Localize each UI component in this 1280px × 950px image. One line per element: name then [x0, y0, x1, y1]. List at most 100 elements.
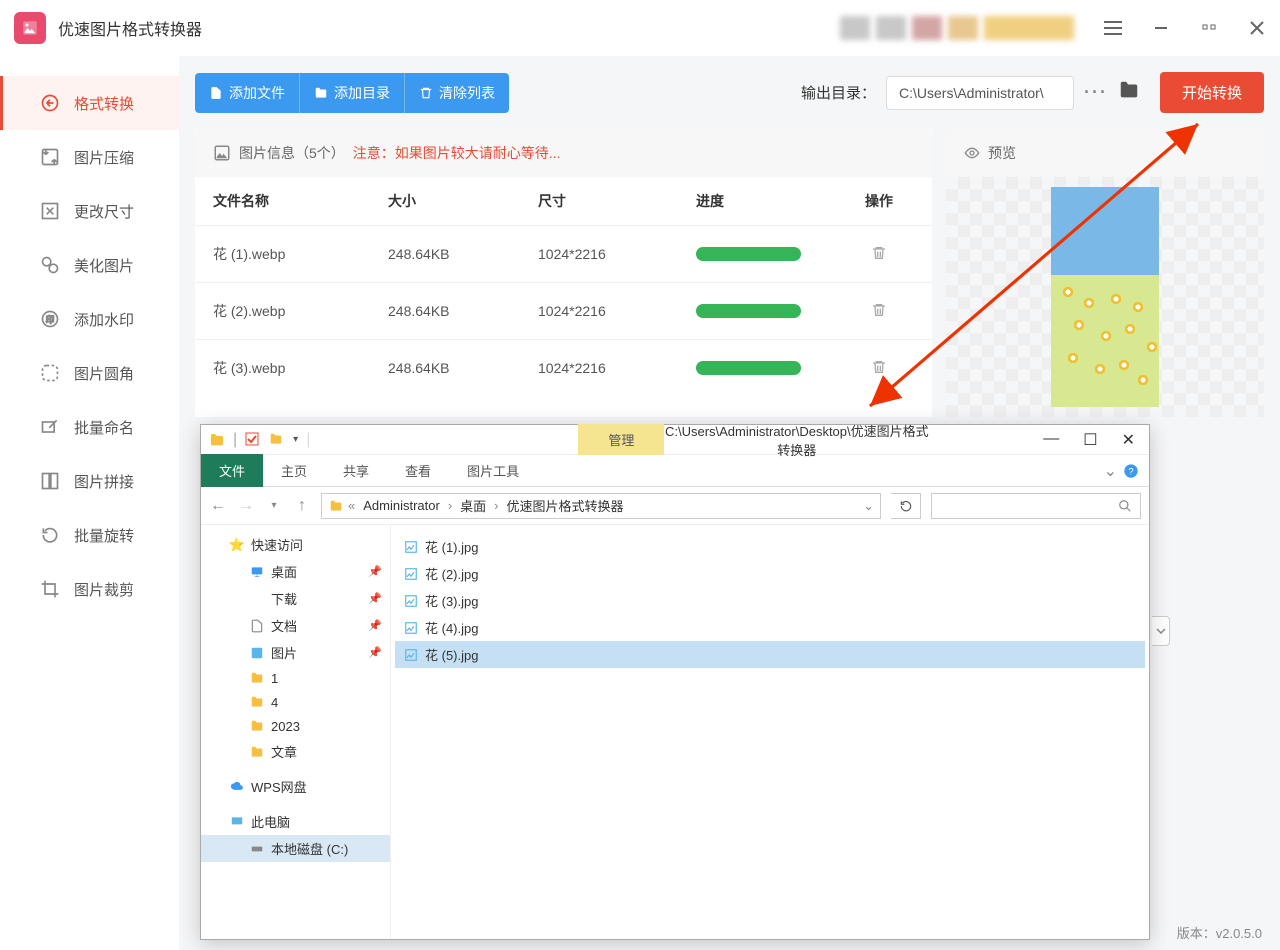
pin-icon: 📌 [368, 646, 382, 659]
tree-this-pc[interactable]: 此电脑 [201, 808, 390, 835]
sidebar-item-rounded[interactable]: 图片圆角 [0, 346, 179, 400]
output-path-field[interactable]: C:\Users\Administrator\ [886, 76, 1074, 110]
explorer-search[interactable] [931, 493, 1141, 519]
start-convert-button[interactable]: 开始转换 [1160, 72, 1264, 113]
image-file-icon [403, 539, 419, 555]
tree-folder-article[interactable]: 文章 [201, 738, 390, 765]
svg-text:印: 印 [46, 314, 54, 324]
sidebar-item-watermark[interactable]: 印 添加水印 [0, 292, 179, 346]
breadcrumb[interactable]: « Administrator› 桌面› 优速图片格式转换器 ⌄ [321, 493, 881, 519]
sidebar-item-stitch[interactable]: 图片拼接 [0, 454, 179, 508]
refresh-button[interactable] [891, 493, 921, 519]
app-icon [14, 12, 46, 44]
sidebar-item-rotate[interactable]: 批量旋转 [0, 508, 179, 562]
folder-icon [314, 86, 328, 100]
trash-icon [871, 245, 887, 261]
explorer-maximize[interactable]: ☐ [1083, 430, 1097, 450]
tree-folder-1[interactable]: 1 [201, 666, 390, 690]
tree-wps[interactable]: WPS网盘 [201, 773, 390, 800]
close-icon[interactable] [1248, 19, 1266, 37]
folder-icon [209, 432, 225, 448]
delete-row-button[interactable] [844, 359, 914, 378]
maximize-icon[interactable] [1200, 19, 1218, 37]
chevron-down-icon [1156, 626, 1166, 636]
nav-history-dropdown[interactable]: ▾ [265, 500, 283, 511]
col-size: 大小 [388, 191, 538, 211]
open-folder-button[interactable] [1118, 79, 1140, 106]
image-icon [213, 144, 231, 162]
picture-icon [249, 645, 265, 661]
nav-back[interactable]: ← [209, 497, 227, 515]
sidebar-label: 图片圆角 [74, 363, 134, 384]
sidebar-item-compress[interactable]: 图片压缩 [0, 130, 179, 184]
help-icon[interactable]: ? [1123, 463, 1139, 479]
col-prog: 进度 [696, 191, 844, 211]
tree-pictures[interactable]: 图片📌 [201, 639, 390, 666]
add-file-button[interactable]: 添加文件 [195, 73, 300, 113]
preview-image-area [946, 177, 1264, 417]
ribbon-collapse[interactable]: ⌄ [1104, 461, 1117, 481]
delete-row-button[interactable] [844, 302, 914, 321]
rename-icon [40, 417, 60, 437]
nav-forward[interactable]: → [237, 497, 255, 515]
refresh-icon [899, 499, 913, 513]
rotate-icon [40, 525, 60, 545]
sidebar-item-crop[interactable]: 图片裁剪 [0, 562, 179, 616]
tree-desktop[interactable]: 桌面📌 [201, 558, 390, 585]
col-op: 操作 [844, 191, 914, 211]
file-item[interactable]: 花 (4).jpg [395, 614, 1145, 641]
sidebar-item-beautify[interactable]: 美化图片 [0, 238, 179, 292]
file-item[interactable]: 花 (5).jpg [395, 641, 1145, 668]
sidebar-item-rename[interactable]: 批量命名 [0, 400, 179, 454]
checkbox-icon[interactable] [245, 432, 261, 448]
clear-button[interactable]: 清除列表 [405, 73, 509, 113]
file-item[interactable]: 花 (2).jpg [395, 560, 1145, 587]
preview-label: 预览 [988, 143, 1016, 163]
qat-dropdown[interactable]: ▾ [293, 434, 298, 445]
sidebar-item-resize[interactable]: 更改尺寸 [0, 184, 179, 238]
ribbon-tab-view[interactable]: 查看 [387, 454, 449, 487]
tree-folder-4[interactable]: 4 [201, 690, 390, 714]
delete-row-button[interactable] [844, 245, 914, 264]
convert-icon [40, 93, 60, 113]
explorer-close[interactable]: ✕ [1122, 430, 1135, 450]
minimize-icon[interactable] [1152, 19, 1170, 37]
ribbon-tab-home[interactable]: 主页 [263, 454, 325, 487]
table-header: 文件名称 大小 尺寸 进度 操作 [195, 177, 932, 225]
info-bar: 图片信息（5个） 注意：如果图片较大请耐心等待... [195, 129, 932, 177]
folder-small-icon[interactable] [269, 432, 285, 448]
file-item[interactable]: 花 (1).jpg [395, 533, 1145, 560]
tree-quick-access[interactable]: ⭐快速访问 [201, 531, 390, 558]
sidebar: 格式转换 图片压缩 更改尺寸 美化图片 印 添加水印 图片圆角 批量命名 图片拼 [0, 56, 179, 950]
file-item[interactable]: 花 (3).jpg [395, 587, 1145, 614]
info-warning: 注意：如果图片较大请耐心等待... [353, 143, 561, 163]
breadcrumb-dropdown[interactable]: ⌄ [863, 498, 874, 514]
trash-icon [871, 359, 887, 375]
browse-button[interactable]: ··· [1084, 82, 1108, 103]
sidebar-item-format-convert[interactable]: 格式转换 [0, 76, 179, 130]
ribbon-tab-share[interactable]: 共享 [325, 454, 387, 487]
ribbon-tab-pictools[interactable]: 图片工具 [449, 454, 537, 487]
tree-documents[interactable]: 文档📌 [201, 612, 390, 639]
file-table: 图片信息（5个） 注意：如果图片较大请耐心等待... 文件名称 大小 尺寸 进度… [195, 129, 932, 417]
add-dir-button[interactable]: 添加目录 [300, 73, 405, 113]
menu-icon[interactable] [1104, 19, 1122, 37]
nav-up[interactable]: ↑ [293, 497, 311, 515]
sidebar-label: 添加水印 [74, 309, 134, 330]
table-row[interactable]: 花 (2).webp 248.64KB 1024*2216 [195, 282, 932, 339]
preview-image [1051, 187, 1159, 407]
tree-folder-2023[interactable]: 2023 [201, 714, 390, 738]
version-label: 版本：v2.0.5.0 [1177, 923, 1262, 942]
dropdown-chevron[interactable] [1152, 616, 1170, 646]
manage-tab[interactable]: 管理 [578, 424, 664, 455]
tree-local-c[interactable]: 本地磁盘 (C:) [201, 835, 390, 862]
trash-icon [871, 302, 887, 318]
tree-downloads[interactable]: 下载📌 [201, 585, 390, 612]
ribbon-tab-file[interactable]: 文件 [201, 454, 263, 487]
table-row[interactable]: 花 (3).webp 248.64KB 1024*2216 [195, 339, 932, 396]
explorer-minimize[interactable]: — [1043, 430, 1059, 450]
table-row[interactable]: 花 (1).webp 248.64KB 1024*2216 [195, 225, 932, 282]
progress-bar [696, 361, 801, 375]
image-file-icon [403, 647, 419, 663]
col-name: 文件名称 [213, 191, 388, 211]
